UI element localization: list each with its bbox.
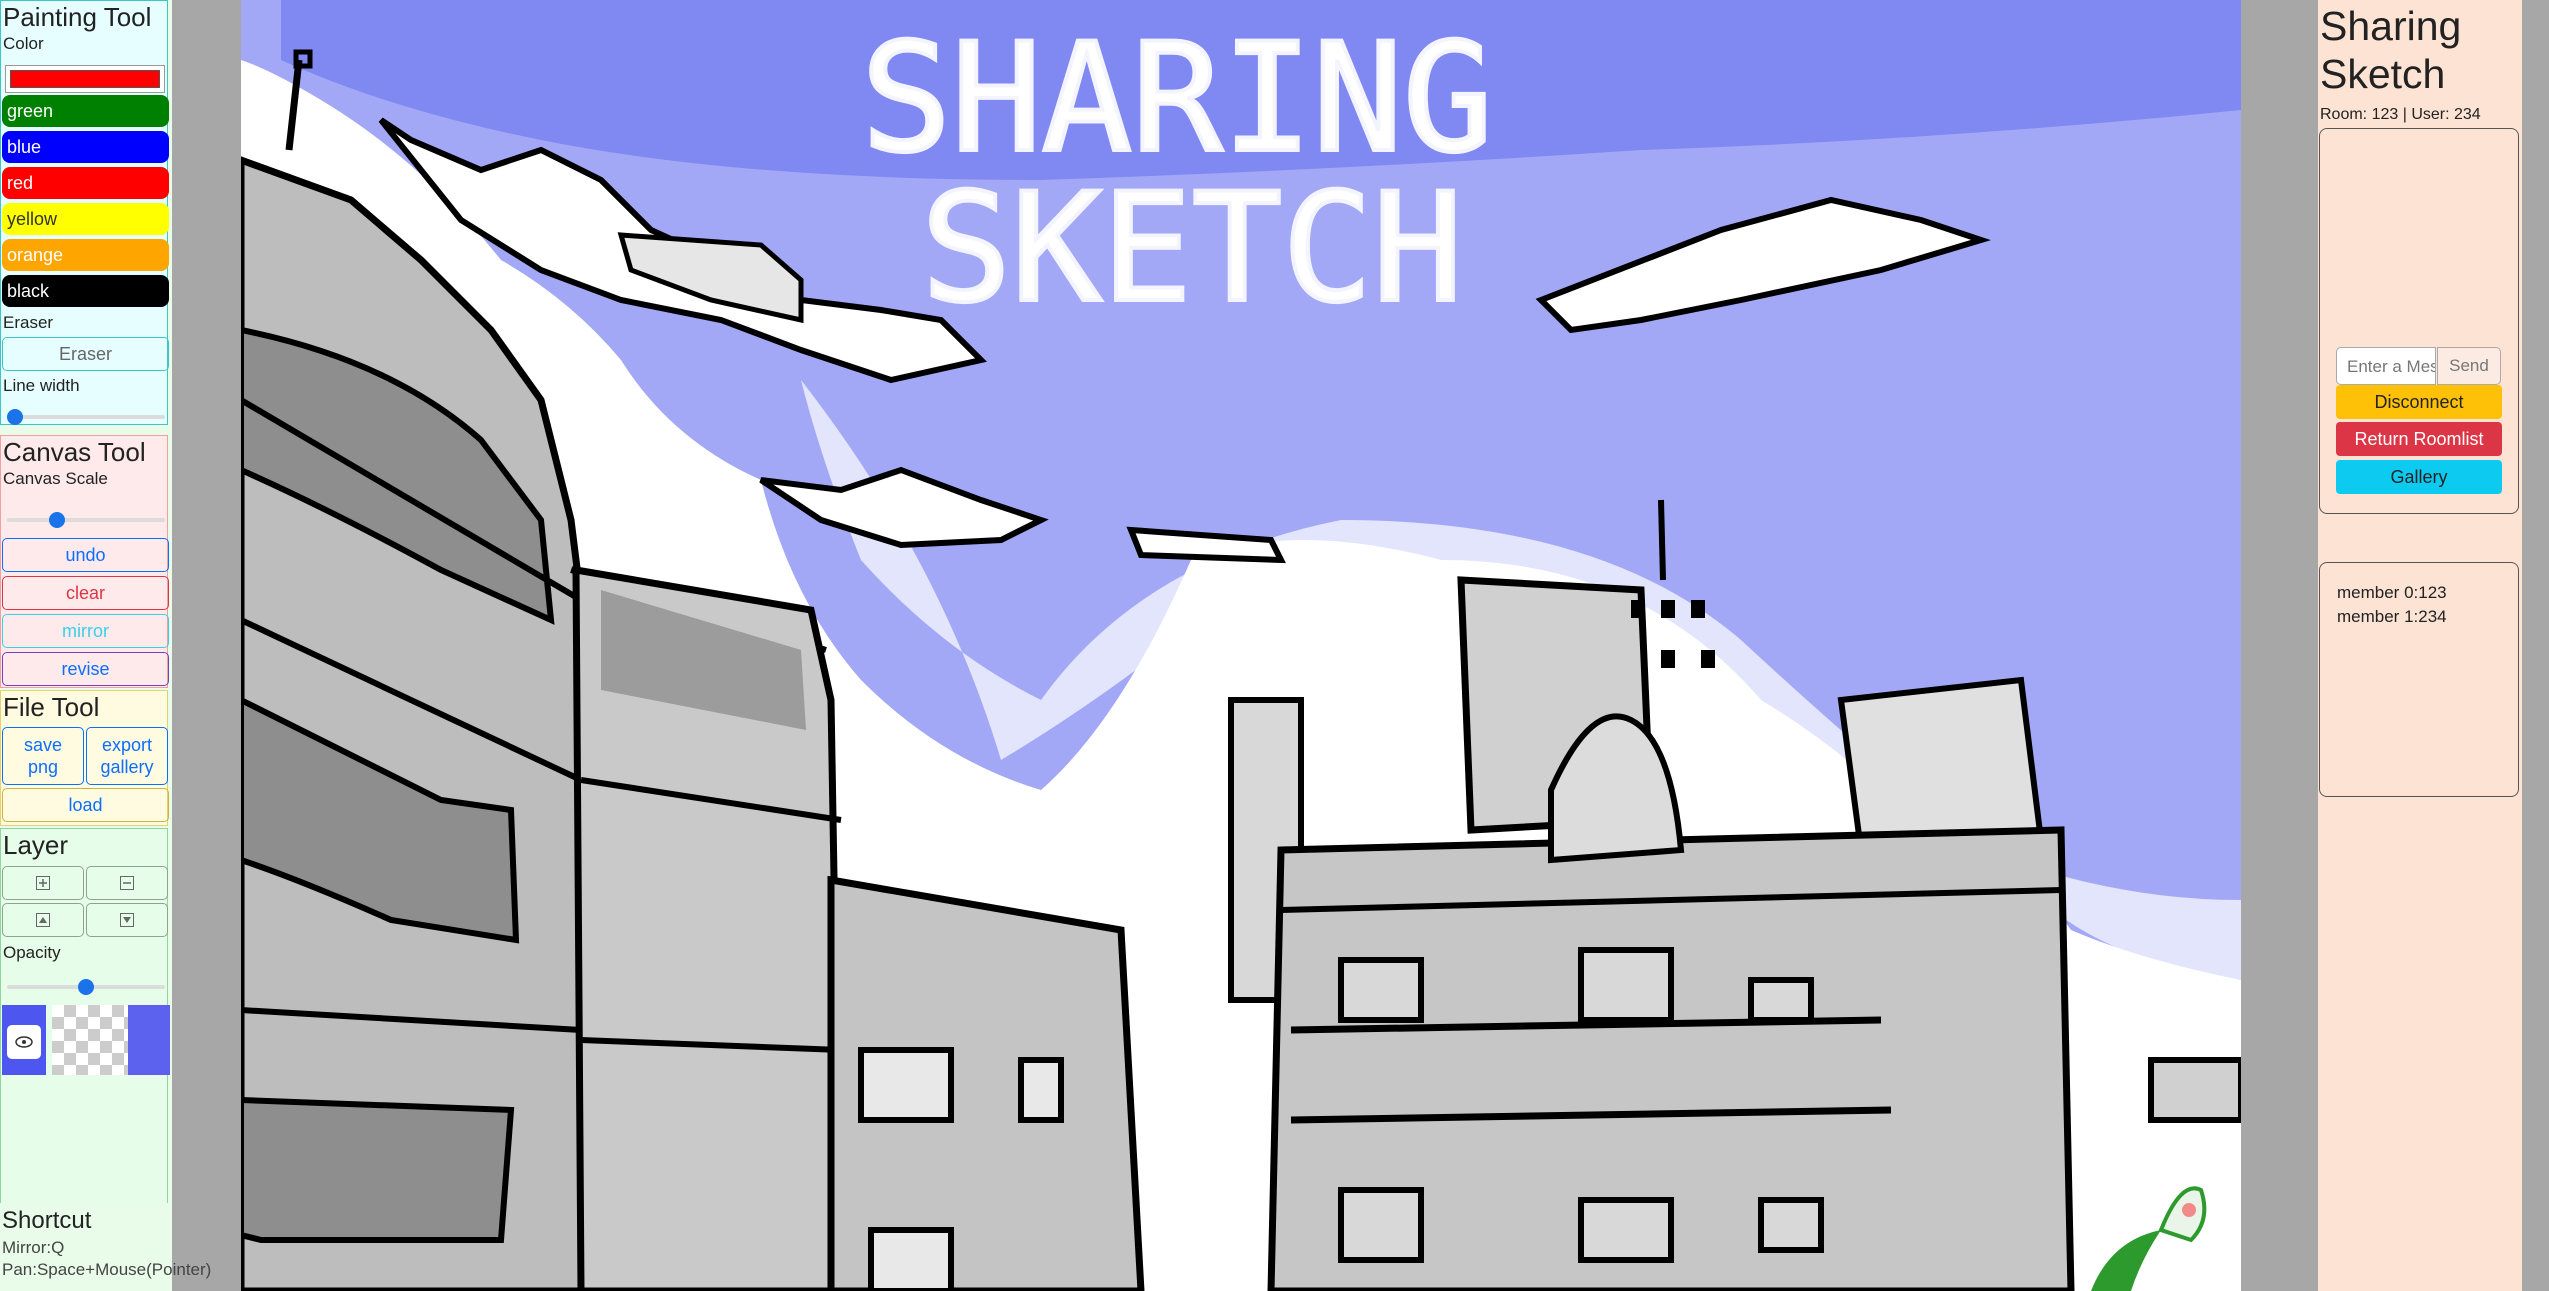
color-button-black[interactable]: black [2, 275, 169, 307]
save-png-label: save png [23, 735, 63, 777]
layer-visibility-button[interactable] [2, 1005, 46, 1075]
line-width-slider[interactable] [7, 409, 165, 425]
canvas-title-sharing: SHARING [861, 12, 1493, 186]
up-arrow-icon [36, 913, 50, 927]
drawing-canvas[interactable]: SHARING SKETCH [241, 0, 2241, 1291]
down-arrow-icon [120, 913, 134, 927]
line-width-slider-knob[interactable] [7, 409, 23, 425]
canvas-scale-slider-knob[interactable] [49, 512, 65, 528]
color-button-orange[interactable]: orange [2, 239, 169, 271]
eye-icon [15, 1036, 33, 1048]
layer-down-button[interactable] [86, 903, 168, 937]
room-info: Room: 123 | User: 234 [2320, 106, 2481, 123]
layer-up-button[interactable] [2, 903, 84, 937]
undo-button[interactable]: undo [2, 538, 169, 572]
load-button[interactable]: load [2, 788, 169, 822]
return-roomlist-button[interactable]: Return Roomlist [2336, 422, 2502, 456]
member-item: member 0:123 [2337, 583, 2447, 602]
export-gallery-label: export gallery [100, 735, 154, 777]
chat-box: Enter a Message Send [2319, 128, 2519, 514]
color-label: Color [3, 34, 44, 53]
painting-tool-panel: Painting Tool Color green blue red yello… [0, 0, 169, 425]
canvas-tool-title: Canvas Tool [3, 437, 146, 467]
export-gallery-button[interactable]: export gallery [86, 727, 168, 785]
add-layer-button[interactable] [2, 866, 84, 900]
color-button-blue[interactable]: blue [2, 131, 169, 163]
canvas-title-sketch: SKETCH [921, 162, 1463, 336]
color-button-green[interactable]: green [2, 95, 169, 127]
disconnect-button[interactable]: Disconnect [2336, 385, 2502, 419]
remove-layer-button[interactable] [86, 866, 168, 900]
color-button-red[interactable]: red [2, 167, 169, 199]
canvas-drawing: SHARING SKETCH [241, 0, 2241, 1291]
minus-icon [120, 876, 134, 890]
right-panel: Sharing Sketch Room: 123 | User: 234 Ent… [2318, 0, 2522, 1291]
left-toolbar: Painting Tool Color green blue red yello… [0, 0, 212, 1291]
member-list: member 0:123 member 1:234 [2319, 562, 2519, 797]
plus-icon [36, 876, 50, 890]
shortcut-mirror: Mirror:Q [2, 1238, 65, 1257]
eraser-button[interactable]: Eraser [2, 337, 169, 371]
eraser-label: Eraser [3, 313, 54, 332]
message-input[interactable]: Enter a Message [2336, 347, 2436, 385]
opacity-slider[interactable] [7, 979, 165, 995]
layer-thumbnail [128, 1005, 170, 1075]
shortcut-pan: Pan:Space+Mouse(Pointer) [2, 1260, 212, 1279]
layer-row[interactable] [2, 1003, 170, 1077]
opacity-label: Opacity [3, 943, 61, 962]
layer-thumbnail-transparent [52, 1005, 128, 1075]
canvas-tool-panel: Canvas Tool Canvas Scale undo clear mirr… [0, 435, 169, 688]
message-input-placeholder: Enter a Message [2347, 357, 2436, 376]
shortcut-section: Shortcut Mirror:Q Pan:Space+Mouse(Pointe… [0, 1203, 212, 1291]
canvas-scale-slider[interactable] [7, 512, 165, 528]
layer-panel: Layer Opacity [0, 828, 170, 1204]
color-button-yellow[interactable]: yellow [2, 203, 169, 235]
line-width-label: Line width [3, 376, 80, 395]
file-tool-panel: File Tool save png export gallery load [0, 690, 169, 826]
send-button[interactable]: Send [2437, 347, 2501, 385]
shortcut-title: Shortcut [2, 1207, 92, 1234]
revise-button[interactable]: revise [2, 652, 169, 686]
save-png-button[interactable]: save png [2, 727, 84, 785]
gallery-button[interactable]: Gallery [2336, 460, 2502, 494]
opacity-slider-knob[interactable] [78, 979, 94, 995]
clear-button[interactable]: clear [2, 576, 169, 610]
mirror-button[interactable]: mirror [2, 614, 169, 648]
current-color-swatch[interactable] [5, 65, 165, 93]
file-tool-title: File Tool [3, 692, 100, 722]
canvas-scale-label: Canvas Scale [3, 469, 108, 488]
painting-tool-title: Painting Tool [3, 2, 152, 32]
app-title: Sharing Sketch [2320, 3, 2462, 97]
layer-title: Layer [3, 830, 69, 860]
member-item: member 1:234 [2337, 607, 2447, 626]
